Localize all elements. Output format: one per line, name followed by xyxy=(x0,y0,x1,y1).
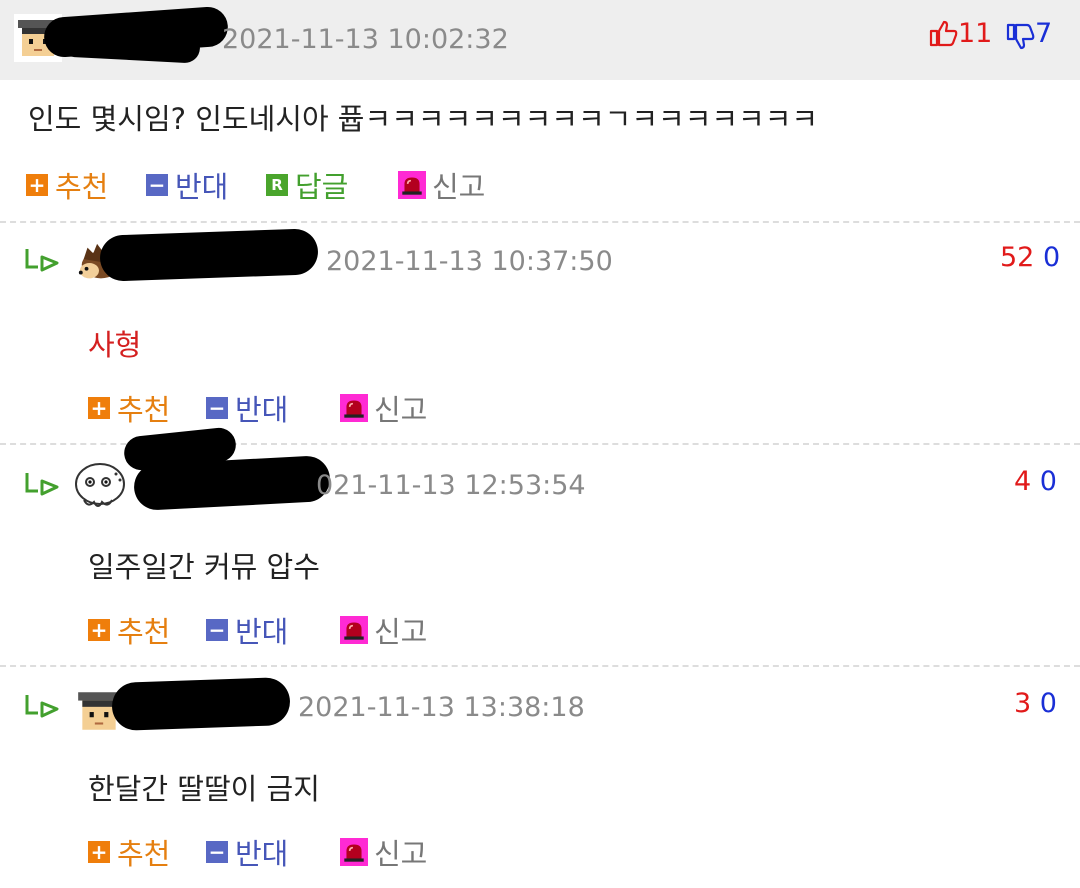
reply-arrow-icon xyxy=(24,246,60,274)
reply-arrow-icon xyxy=(24,470,60,498)
report-button[interactable]: 신고 xyxy=(340,834,428,871)
report-label: 신고 xyxy=(432,170,486,204)
r-box-icon: R xyxy=(266,174,288,196)
comment-timestamp: 021-11-13 12:53:54 xyxy=(316,470,586,501)
reply-button[interactable]: R 답글 xyxy=(266,167,349,204)
plus-box-icon: + xyxy=(88,841,110,863)
oppose-label: 반대 xyxy=(175,170,229,204)
thumbs-down-icon[interactable] xyxy=(1005,22,1035,52)
report-label: 신고 xyxy=(374,615,428,649)
plus-box-icon: + xyxy=(26,174,48,196)
upvote-count: 11 xyxy=(958,18,993,49)
comment-actions: + 추천 − 반대 신고 xyxy=(88,612,488,649)
downvote-count: 0 xyxy=(1039,466,1057,497)
siren-icon xyxy=(340,616,368,644)
oppose-button[interactable]: − 반대 xyxy=(206,834,289,871)
oppose-label: 반대 xyxy=(235,393,289,427)
vote-counts: 3 0 xyxy=(1014,688,1057,719)
reply-label: 답글 xyxy=(295,170,349,204)
oppose-button[interactable]: − 반대 xyxy=(206,390,289,427)
downvote-count: 7 xyxy=(1034,18,1053,49)
redacted-username xyxy=(111,676,291,732)
recommend-button[interactable]: + 추천 xyxy=(88,834,171,871)
comment-timestamp: 2021-11-13 10:02:32 xyxy=(222,24,509,55)
reply-arrow-icon xyxy=(24,692,60,720)
oppose-button[interactable]: − 반대 xyxy=(146,167,229,204)
minus-box-icon: − xyxy=(206,397,228,419)
comment-text: 일주일간 커뮤 압수 xyxy=(88,550,320,584)
report-button[interactable]: 신고 xyxy=(340,612,428,649)
comment-actions: + 추천 − 반대 R 답글 신고 xyxy=(26,167,626,204)
redacted-username xyxy=(132,454,332,512)
recommend-label: 추천 xyxy=(117,615,171,649)
recommend-label: 추천 xyxy=(117,837,171,871)
comment-text: 인도 몇시임? 인도네시아 퓹ㅋㅋㅋㅋㅋㅋㅋㅋㅋㄱㅋㅋㅋㅋㅋㅋㅋ xyxy=(28,102,819,136)
oppose-button[interactable]: − 반대 xyxy=(206,612,289,649)
comment-divider xyxy=(0,665,1080,667)
report-label: 신고 xyxy=(374,837,428,871)
recommend-button[interactable]: + 추천 xyxy=(88,612,171,649)
report-button[interactable]: 신고 xyxy=(398,167,486,204)
minus-box-icon: − xyxy=(146,174,168,196)
comment-divider xyxy=(0,221,1080,223)
siren-icon xyxy=(340,394,368,422)
minus-box-icon: − xyxy=(206,841,228,863)
siren-icon xyxy=(398,171,426,199)
vote-counts: 4 0 xyxy=(1014,466,1057,497)
plus-box-icon: + xyxy=(88,619,110,641)
siren-icon xyxy=(340,838,368,866)
recommend-label: 추천 xyxy=(117,393,171,427)
vote-counts: 52 0 xyxy=(1000,242,1060,273)
minus-box-icon: − xyxy=(206,619,228,641)
recommend-button[interactable]: + 추천 xyxy=(88,390,171,427)
oppose-label: 반대 xyxy=(235,615,289,649)
comment-actions: + 추천 − 반대 신고 xyxy=(88,834,488,871)
upvote-count: 52 xyxy=(1000,242,1035,273)
comment-text: 사형 xyxy=(88,328,142,362)
report-button[interactable]: 신고 xyxy=(340,390,428,427)
recommend-label: 추천 xyxy=(55,170,109,204)
vote-counts: 11 7 xyxy=(928,18,1052,52)
comment-timestamp: 2021-11-13 13:38:18 xyxy=(298,692,585,723)
downvote-count: 0 xyxy=(1039,688,1057,719)
comment-timestamp: 2021-11-13 10:37:50 xyxy=(326,246,613,277)
comment-actions: + 추천 − 반대 신고 xyxy=(88,390,488,427)
thumbs-up-icon[interactable] xyxy=(928,18,958,48)
upvote-count: 4 xyxy=(1014,466,1032,497)
user-avatar[interactable] xyxy=(72,460,128,512)
upvote-count: 3 xyxy=(1014,688,1032,719)
comment-text: 한달간 딸딸이 금지 xyxy=(88,772,320,806)
oppose-label: 반대 xyxy=(235,837,289,871)
downvote-count: 0 xyxy=(1042,242,1061,273)
report-label: 신고 xyxy=(374,393,428,427)
recommend-button[interactable]: + 추천 xyxy=(26,167,109,204)
redacted-username xyxy=(99,228,319,282)
plus-box-icon: + xyxy=(88,397,110,419)
